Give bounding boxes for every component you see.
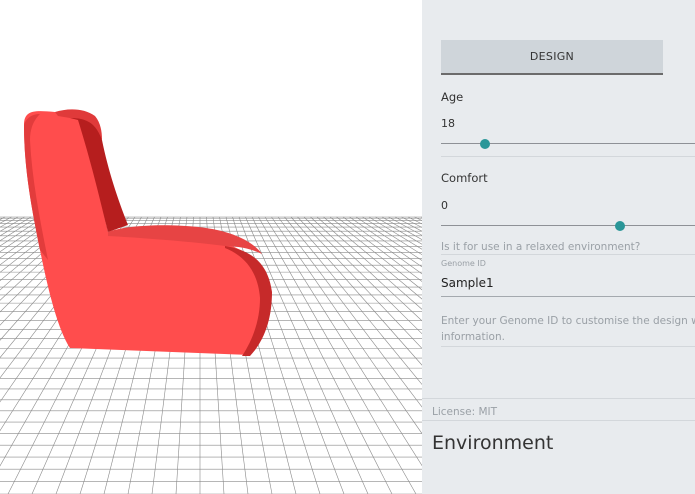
comfort-slider-track [441,225,695,226]
divider [422,398,695,399]
design-tab-button[interactable]: DESIGN [441,40,663,75]
comfort-label: Comfort [441,171,488,185]
divider [441,254,695,255]
genome-id-input[interactable]: Sample1 [441,276,695,297]
chair-model[interactable] [24,109,272,356]
age-value: 18 [441,117,455,130]
environment-section-title[interactable]: Environment [432,432,553,454]
license-text: License: MIT [432,406,498,418]
divider [422,420,695,421]
comfort-helper-text: Is it for use in a relaxed environment? [441,241,641,253]
comfort-slider-thumb[interactable] [615,221,626,231]
comfort-slider[interactable] [441,220,695,232]
3d-viewport[interactable] [0,0,422,494]
age-slider-track [441,143,695,144]
comfort-value: 0 [441,199,448,212]
divider [441,346,695,347]
divider [441,156,695,157]
design-panel: DESIGN Age 18 Comfort 0 Is it for use in… [422,0,695,494]
age-label: Age [441,90,464,104]
viewport-scene [0,109,422,494]
genome-id-label: Genome ID [441,259,486,268]
genome-helper-line1: Enter your Genome ID to customise the de… [441,315,695,327]
genome-helper-line2: information. [441,331,505,343]
age-slider[interactable] [441,138,695,150]
age-slider-thumb[interactable] [480,139,491,149]
